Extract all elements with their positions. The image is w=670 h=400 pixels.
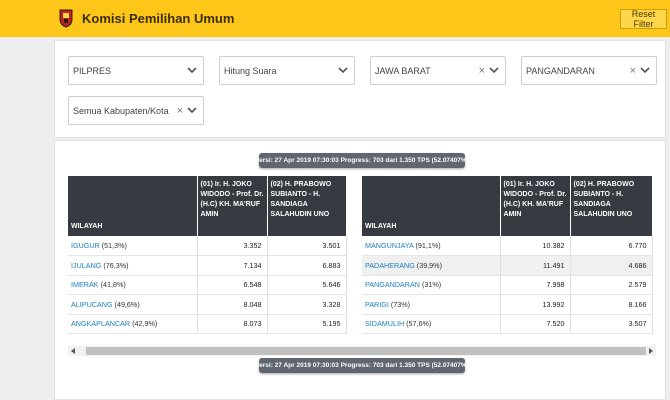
region-link[interactable]: PANGANDARAN — [365, 280, 420, 289]
region-cell: PADAHERANG (39,9%) — [362, 255, 501, 276]
chevron-down-icon — [338, 67, 348, 74]
regency-select[interactable]: PANGANDARAN × — [521, 56, 657, 85]
kpu-logo-icon — [59, 9, 73, 28]
votes-candidate-02: 6.770 — [570, 236, 653, 256]
region-cell: MANGUNJAYA (91,1%) — [362, 236, 501, 256]
region-link[interactable]: SIDAMULIH — [365, 319, 404, 328]
clear-icon[interactable]: × — [177, 105, 183, 117]
chevron-down-icon — [187, 107, 197, 114]
region-progress: (42,9%) — [132, 319, 158, 329]
clear-icon[interactable]: × — [630, 65, 636, 77]
header-candidate-02[interactable]: (02) H. PRABOWO SUBIANTO - H. SANDIAGA S… — [570, 176, 653, 236]
region-cell: SIDAMULIH (57,6%) — [362, 314, 501, 334]
district-select[interactable]: Semua Kabupaten/Kota × — [68, 96, 204, 125]
results-table-left: WILAYAH (01) Ir. H. JOKO WIDODO - Prof. … — [68, 176, 347, 334]
region-cell: PARIGI (73%) — [362, 294, 501, 315]
votes-candidate-02: 3.507 — [570, 314, 653, 334]
chevron-down-icon — [640, 67, 650, 74]
region-link[interactable]: ANGKAPLANCAR — [71, 319, 130, 328]
header-wilayah[interactable]: WILAYAH — [68, 176, 198, 236]
region-cell: ANGKAPLANCAR (42,9%) — [68, 314, 198, 334]
election-type-select[interactable]: PILPRES — [68, 56, 204, 85]
votes-candidate-01: 6.548 — [197, 275, 268, 295]
region-link[interactable]: IJULANG — [71, 261, 101, 270]
region-progress: (49,6%) — [114, 299, 140, 309]
table-row: PADAHERANG (39,9%) 11.491 4.686 — [362, 255, 653, 276]
header-wilayah[interactable]: WILAYAH — [362, 176, 501, 236]
select-value: PANGANDARAN — [526, 66, 595, 76]
votes-candidate-01: 8.073 — [197, 314, 268, 334]
votes-candidate-01: 7.134 — [197, 255, 268, 276]
reset-filter-button[interactable]: Reset Filter — [620, 9, 667, 29]
select-value: Hitung Suara — [224, 66, 277, 76]
table-row: IGUGUR (51,3%) 3.352 3.501 — [68, 236, 347, 256]
region-link[interactable]: IGUGUR — [71, 241, 100, 250]
header-candidate-01[interactable]: (01) Ir. H. JOKO WIDODO - Prof. Dr. (H.C… — [197, 176, 268, 236]
select-value: Semua Kabupaten/Kota — [73, 106, 169, 116]
scroll-right-icon[interactable] — [649, 348, 653, 354]
votes-candidate-01: 11.491 — [500, 255, 571, 276]
table-row: MANGUNJAYA (91,1%) 10.382 6.770 — [362, 236, 653, 256]
votes-candidate-02: 8.166 — [570, 294, 653, 315]
scroll-left-icon[interactable] — [71, 348, 75, 354]
table-row: ANGKAPLANCAR (42,9%) 8.073 5.195 — [68, 314, 347, 334]
region-progress: (31%) — [421, 280, 442, 290]
region-progress: (73%) — [390, 299, 411, 309]
region-link[interactable]: PADAHERANG — [365, 261, 415, 270]
votes-candidate-01: 7.998 — [500, 275, 571, 295]
scrollbar-thumb[interactable] — [86, 347, 646, 355]
votes-candidate-02: 6.883 — [267, 255, 347, 276]
votes-candidate-02: 2.579 — [570, 275, 653, 295]
region-cell: IGUGUR (51,3%) — [68, 236, 198, 256]
table-row: PARIGI (73%) 13.992 8.166 — [362, 294, 653, 315]
votes-candidate-01: 8.048 — [197, 294, 268, 315]
region-link[interactable]: PARIGI — [365, 300, 389, 309]
horizontal-scrollbar[interactable] — [68, 346, 656, 356]
region-progress: (76,3%) — [103, 260, 129, 270]
table-row: PANGANDARAN (31%) 7.998 2.579 — [362, 275, 653, 295]
region-progress: (39,9%) — [416, 260, 442, 270]
region-progress: (91,1%) — [415, 241, 441, 250]
table-row: IJULANG (76,3%) 7.134 6.883 — [68, 255, 347, 276]
region-link[interactable]: MANGUNJAYA — [365, 241, 413, 250]
table-header-row: WILAYAH (01) Ir. H. JOKO WIDODO - Prof. … — [68, 176, 347, 236]
region-progress: (57,6%) — [406, 319, 432, 329]
votes-candidate-02: 3.328 — [267, 294, 347, 315]
brand-title[interactable]: Komisi Pemilihan Umum — [82, 11, 234, 26]
votes-candidate-02: 5.195 — [267, 314, 347, 334]
table-row: SIDAMULIH (57,6%) 7.520 3.507 — [362, 314, 653, 334]
region-progress: (51,3%) — [101, 241, 127, 250]
region-progress: (41,8%) — [100, 280, 126, 290]
table-row: IMERAK (41,8%) 6.548 5.646 — [68, 275, 347, 295]
region-cell: IJULANG (76,3%) — [68, 255, 198, 276]
select-value: JAWA BARAT — [375, 66, 431, 76]
region-cell: PANGANDARAN (31%) — [362, 275, 501, 295]
votes-candidate-02: 4.686 — [570, 255, 653, 276]
votes-candidate-01: 10.382 — [500, 236, 571, 256]
votes-candidate-01: 7.520 — [500, 314, 571, 334]
chevron-down-icon — [187, 67, 197, 74]
clear-icon[interactable]: × — [479, 65, 485, 77]
province-select[interactable]: JAWA BARAT × — [370, 56, 506, 85]
count-type-select[interactable]: Hitung Suara — [219, 56, 355, 85]
region-link[interactable]: IMERAK — [71, 280, 99, 289]
version-progress-badge: Versi: 27 Apr 2019 07:30:03 Progress: 70… — [255, 153, 469, 168]
chevron-down-icon — [489, 67, 499, 74]
version-progress-badge-bottom: Versi: 27 Apr 2019 07:30:03 Progress: 70… — [255, 358, 469, 373]
header-candidate-01[interactable]: (01) Ir. H. JOKO WIDODO - Prof. Dr. (H.C… — [500, 176, 571, 236]
results-table-right: WILAYAH (01) Ir. H. JOKO WIDODO - Prof. … — [362, 176, 653, 334]
votes-candidate-02: 5.646 — [267, 275, 347, 295]
region-cell: ALIPUCANG (49,6%) — [68, 294, 198, 315]
votes-candidate-01: 3.352 — [197, 236, 268, 256]
table-row: ALIPUCANG (49,6%) 8.048 3.328 — [68, 294, 347, 315]
votes-candidate-01: 13.992 — [500, 294, 571, 315]
region-cell: IMERAK (41,8%) — [68, 275, 198, 295]
top-navbar: Komisi Pemilihan Umum Reset Filter — [0, 0, 670, 37]
table-header-row: WILAYAH (01) Ir. H. JOKO WIDODO - Prof. … — [362, 176, 653, 236]
votes-candidate-02: 3.501 — [267, 236, 347, 256]
region-link[interactable]: ALIPUCANG — [71, 300, 113, 309]
select-value: PILPRES — [73, 66, 112, 76]
header-candidate-02[interactable]: (02) H. PRABOWO SUBIANTO - H. SANDIAGA S… — [267, 176, 347, 236]
